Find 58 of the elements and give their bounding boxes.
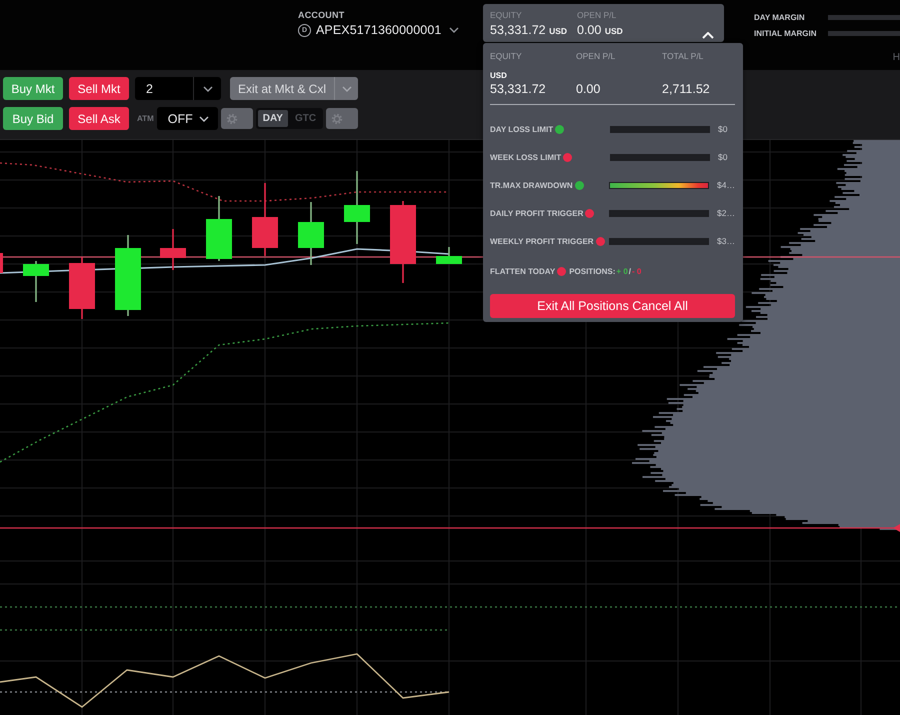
margin-bar [828, 30, 900, 36]
atm-dropdown[interactable]: OFF [156, 107, 218, 130]
candle [23, 261, 49, 302]
order-button[interactable]: Buy Bid [3, 107, 63, 130]
exit-all-button[interactable]: Exit All Positions Cancel All [490, 294, 735, 318]
limit-amount: $4… [717, 180, 735, 190]
chevron-down-icon [449, 27, 460, 33]
candle [436, 247, 462, 264]
settings-button[interactable] [326, 108, 358, 129]
candle [206, 196, 232, 261]
account-value: 53,331.72 [490, 82, 547, 96]
limit-amount: $3… [717, 236, 735, 246]
field-label: EQUITY [490, 10, 523, 20]
exit-button[interactable]: Exit at Mkt & Cxl [230, 77, 334, 100]
chevron-down-icon [342, 86, 352, 92]
order-button[interactable]: Sell Ask [69, 107, 129, 130]
order-button[interactable]: Buy Mkt [3, 77, 63, 100]
time-in-force-tab[interactable]: DAY [258, 110, 288, 127]
account-value: 0.00 [576, 82, 602, 96]
chevron-down-icon [198, 116, 209, 122]
price-marker-icon [893, 524, 900, 532]
limit-label: WEEK LOSS LIMIT [490, 152, 562, 162]
candle [0, 253, 3, 273]
limit-amount: $2… [717, 208, 735, 218]
settings-icon [226, 112, 238, 124]
account-label: ACCOUNT [298, 10, 346, 20]
time-in-force-tab[interactable]: GTC [290, 110, 322, 127]
field-value: 0.00 USD [577, 23, 623, 37]
positions-text: POSITIONS:+ 0/- 0 [569, 266, 642, 276]
account-selector[interactable]: APEX5171360000001 [316, 23, 460, 37]
margin-label: INITIAL MARGIN [754, 28, 818, 38]
field-value: 53,331.72 USD [490, 23, 568, 37]
margin-bar [828, 14, 900, 20]
atm-label: ATM [137, 114, 154, 123]
limit-amount: $0 [718, 152, 728, 162]
column-label: OPEN P/L [576, 51, 616, 61]
account-value: 2,711.52 [662, 82, 711, 96]
settings-icon [331, 112, 344, 124]
settings-button[interactable] [220, 108, 253, 129]
currency-label: USD [490, 71, 508, 80]
quantity-field[interactable]: 2 [135, 77, 221, 100]
candle [160, 229, 186, 270]
limit-label: DAILY PROFIT TRIGGER [490, 208, 584, 218]
chevron-down-icon [202, 86, 212, 92]
equity-summary[interactable]: EQUITY 53,331.72 USD OPEN P/L 0.00 USD [483, 4, 724, 42]
limit-label: TR.MAX DRAWDOWN [490, 180, 573, 190]
candle [69, 257, 95, 319]
column-heading: H [892, 52, 900, 63]
flatten-label: FLATTEN TODAY [490, 266, 556, 276]
column-label: EQUITY [490, 51, 523, 61]
column-label: TOTAL P/L [662, 51, 704, 61]
margin-label: DAY MARGIN [754, 12, 806, 22]
limit-amount: $0 [718, 124, 728, 134]
order-button[interactable]: Sell Mkt [69, 77, 129, 100]
limit-label: WEEKLY PROFIT TRIGGER [490, 236, 594, 246]
limit-label: DAY LOSS LIMIT [490, 124, 554, 134]
field-label: OPEN P/L [577, 10, 618, 20]
candle [298, 202, 324, 265]
